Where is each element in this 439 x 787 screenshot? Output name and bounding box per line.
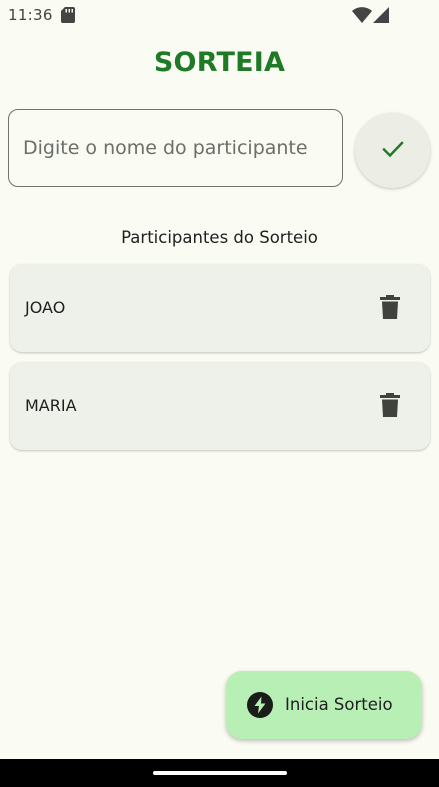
status-time: 11:36 <box>8 6 53 24</box>
wifi-icon <box>352 7 372 27</box>
participant-list: JOAO MARIA <box>10 264 430 460</box>
status-bar: 11:36 <box>0 0 439 30</box>
home-indicator[interactable] <box>153 771 287 775</box>
start-draw-button[interactable]: Inicia Sorteio <box>226 671 422 739</box>
start-draw-label: Inicia Sorteio <box>285 695 393 714</box>
signal-icon <box>373 7 389 27</box>
participant-name: JOAO <box>25 298 66 317</box>
trash-icon <box>380 295 400 323</box>
app-title: SORTEIA <box>153 47 286 78</box>
bolt-icon <box>247 692 273 722</box>
participant-name-input[interactable] <box>8 109 343 187</box>
delete-participant-button[interactable] <box>378 393 402 421</box>
trash-icon <box>380 393 400 421</box>
navigation-bar <box>0 759 439 787</box>
participant-item: MARIA <box>10 362 430 450</box>
participant-item: JOAO <box>10 264 430 352</box>
participant-name: MARIA <box>25 396 77 415</box>
delete-participant-button[interactable] <box>378 295 402 323</box>
sd-card-icon <box>61 7 75 27</box>
add-participant-button[interactable] <box>355 113 430 188</box>
check-icon <box>381 137 405 165</box>
participants-heading: Participantes do Sorteio <box>121 228 318 247</box>
